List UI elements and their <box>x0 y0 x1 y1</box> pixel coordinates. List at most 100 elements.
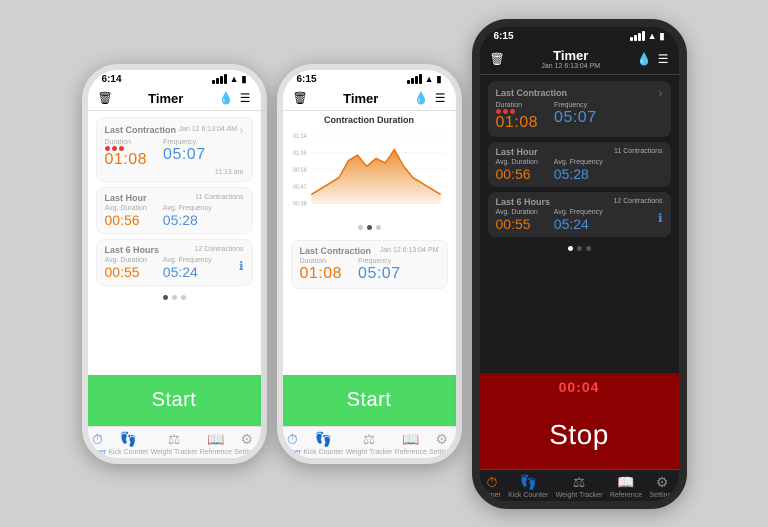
frequency-value-3: 05:07 <box>554 109 597 127</box>
water-icon-2[interactable]: 💧 <box>414 91 429 105</box>
start-button-2[interactable]: Start <box>283 375 456 426</box>
stop-area: 00:04 Stop <box>480 373 679 469</box>
dot-3-3 <box>586 246 591 251</box>
frequency-value-1: 05:07 <box>163 146 206 164</box>
settings-tab-icon-3: ⚙ <box>656 474 669 491</box>
water-icon-3[interactable]: 💧 <box>637 52 652 66</box>
avg-dur-label-6h-3: Avg. Duration <box>496 209 538 216</box>
tab-kick-2[interactable]: 👣 Kick Counter <box>303 431 343 456</box>
status-bar-1: 6:14 ▲ ▮ <box>88 70 261 87</box>
dot-2-2 <box>367 225 372 230</box>
signal-icon-2 <box>407 74 422 84</box>
dot-3 <box>181 295 186 300</box>
info-icon-1[interactable]: ℹ <box>239 259 244 273</box>
tab-timer-1[interactable]: ⏱ Timer <box>89 431 107 456</box>
tab-timer-2[interactable]: ⏱ Timer <box>284 431 302 456</box>
6hours-contractions-3: 12 Contractions <box>613 198 662 205</box>
last-contraction-card-3: Last Contraction › Duration 01:08 Freque… <box>488 81 671 137</box>
tab-settings-label-1: Settings <box>234 449 259 456</box>
start-button-1[interactable]: Start <box>88 375 261 426</box>
status-icons-2: ▲ ▮ <box>407 74 442 85</box>
status-bar-3: 6:15 ▲ ▮ <box>480 27 679 44</box>
dot-2 <box>172 295 177 300</box>
last-contraction-card-2: Last Contraction Jan 12 6:13:04 PM Durat… <box>291 240 448 289</box>
time-ago-1: 11:13 am <box>105 169 244 176</box>
tab-kick-3[interactable]: 👣 Kick Counter <box>508 474 548 499</box>
title-bar-3: 🗑 Timer Jan 12 6:13:04 PM 💧 ☰ <box>480 44 679 75</box>
info-icon-3[interactable]: ℹ <box>658 211 663 225</box>
tab-weight-2[interactable]: ⚖ Weight Tracker <box>346 431 393 456</box>
chart-area: Contraction Duration 01:14 01:05 00:56 0… <box>283 111 456 221</box>
signal-icon <box>212 74 227 84</box>
avg-dur-label-3: Avg. Duration <box>496 159 538 166</box>
avg-freq-label-6h-3: Avg. Frequency <box>554 209 603 216</box>
frequency-label-3: Frequency <box>554 102 597 109</box>
water-icon-1[interactable]: 💧 <box>219 91 234 105</box>
avg-dur-label-6h-1: Avg. Duration <box>105 257 147 264</box>
stop-button[interactable]: Stop <box>480 401 679 469</box>
last-hour-label-1: Last Hour <box>105 193 147 203</box>
dot-3-1 <box>568 246 573 251</box>
time-3: 6:15 <box>494 31 514 42</box>
timer-tab-icon: ⏱ <box>92 431 103 448</box>
timer-tab-icon-3: ⏱ <box>487 474 498 491</box>
page-title-3: Timer <box>553 48 588 63</box>
phone3: 6:15 ▲ ▮ 🗑 Timer Jan 12 6:13:04 PM 💧 <box>472 19 687 509</box>
page-dots-3 <box>488 242 671 255</box>
tab-weight-1[interactable]: ⚖ Weight Tracker <box>151 431 198 456</box>
countdown-timer: 00:04 <box>480 373 679 401</box>
svg-text:01:14: 01:14 <box>292 132 306 140</box>
title-bar-2: 🗑 Timer 💧 ☰ <box>283 87 456 111</box>
avg-dur-value-1: 00:56 <box>105 212 147 228</box>
menu-icon-1[interactable]: ☰ <box>240 91 251 105</box>
menu-icon-3[interactable]: ☰ <box>658 52 669 66</box>
frequency-label-1: Frequency <box>163 139 206 146</box>
chevron-icon-3[interactable]: › <box>659 86 663 100</box>
last-6hours-label-3: Last 6 Hours <box>496 197 551 207</box>
avg-dur-value-6h-3: 00:55 <box>496 216 538 232</box>
kick-tab-icon: 👣 <box>120 431 137 448</box>
dot-2-1 <box>358 225 363 230</box>
6hours-contractions-1: 12 Contractions <box>194 246 243 253</box>
trash-icon-2[interactable]: 🗑 <box>293 91 308 105</box>
chevron-icon-1[interactable]: › <box>240 123 244 137</box>
tab-settings-2[interactable]: ⚙ Settings <box>429 431 454 456</box>
duration-value-3: 01:08 <box>496 114 539 132</box>
hour-contractions-3: 11 Contractions <box>614 148 663 155</box>
avg-freq-value-6h-3: 05:24 <box>554 216 603 232</box>
wifi-icon-2: ▲ <box>425 74 434 84</box>
tab-ref-2[interactable]: 📖 Reference <box>395 431 427 456</box>
tab-ref-3[interactable]: 📖 Reference <box>610 474 642 499</box>
settings-tab-icon: ⚙ <box>240 431 253 448</box>
tab-weight-3[interactable]: ⚖ Weight Tracker <box>556 474 603 499</box>
timer-tab-icon-2: ⏱ <box>287 431 298 448</box>
status-bar-2: 6:15 ▲ ▮ <box>283 70 456 87</box>
tab-timer-3[interactable]: ⏱ Timer <box>483 474 501 499</box>
battery-icon-2: ▮ <box>437 74 442 85</box>
last-6hours-card-3: Last 6 Hours 12 Contractions Avg. Durati… <box>488 192 671 237</box>
last-6hours-label-1: Last 6 Hours <box>105 245 160 255</box>
title-timestamp-3: Jan 12 6:13:04 PM <box>541 63 600 70</box>
tab-ref-1[interactable]: 📖 Reference <box>200 431 232 456</box>
duration-label-2: Duration <box>300 258 343 265</box>
last-6hours-card-1: Last 6 Hours 12 Contractions Avg. Durati… <box>96 239 253 286</box>
tab-settings-3[interactable]: ⚙ Settings <box>650 474 675 499</box>
tab-bar-3: ⏱ Timer 👣 Kick Counter ⚖ Weight Tracker … <box>480 469 679 501</box>
content-1: Last Contraction Jan 12 6:13:04 AM › Dur… <box>88 111 261 375</box>
last-contraction-card-1: Last Contraction Jan 12 6:13:04 AM › Dur… <box>96 117 253 182</box>
dot-3-2 <box>577 246 582 251</box>
avg-dur-value-6h-1: 00:55 <box>105 264 147 280</box>
trash-icon-1[interactable]: 🗑 <box>98 91 113 105</box>
trash-icon-3[interactable]: 🗑 <box>490 52 505 66</box>
weight-tab-icon-2: ⚖ <box>363 431 376 448</box>
page-title-1: Timer <box>148 91 183 106</box>
time-2: 6:15 <box>297 74 317 85</box>
tab-ref-label-1: Reference <box>200 449 232 456</box>
tab-bar-2: ⏱ Timer 👣 Kick Counter ⚖ Weight Tracker … <box>283 426 456 458</box>
title-bar-1: 🗑 Timer 💧 ☰ <box>88 87 261 111</box>
weight-tab-icon-3: ⚖ <box>573 474 586 491</box>
menu-icon-2[interactable]: ☰ <box>435 91 446 105</box>
tab-settings-1[interactable]: ⚙ Settings <box>234 431 259 456</box>
avg-freq-value-6h-1: 05:24 <box>163 264 212 280</box>
tab-kick-1[interactable]: 👣 Kick Counter <box>108 431 148 456</box>
